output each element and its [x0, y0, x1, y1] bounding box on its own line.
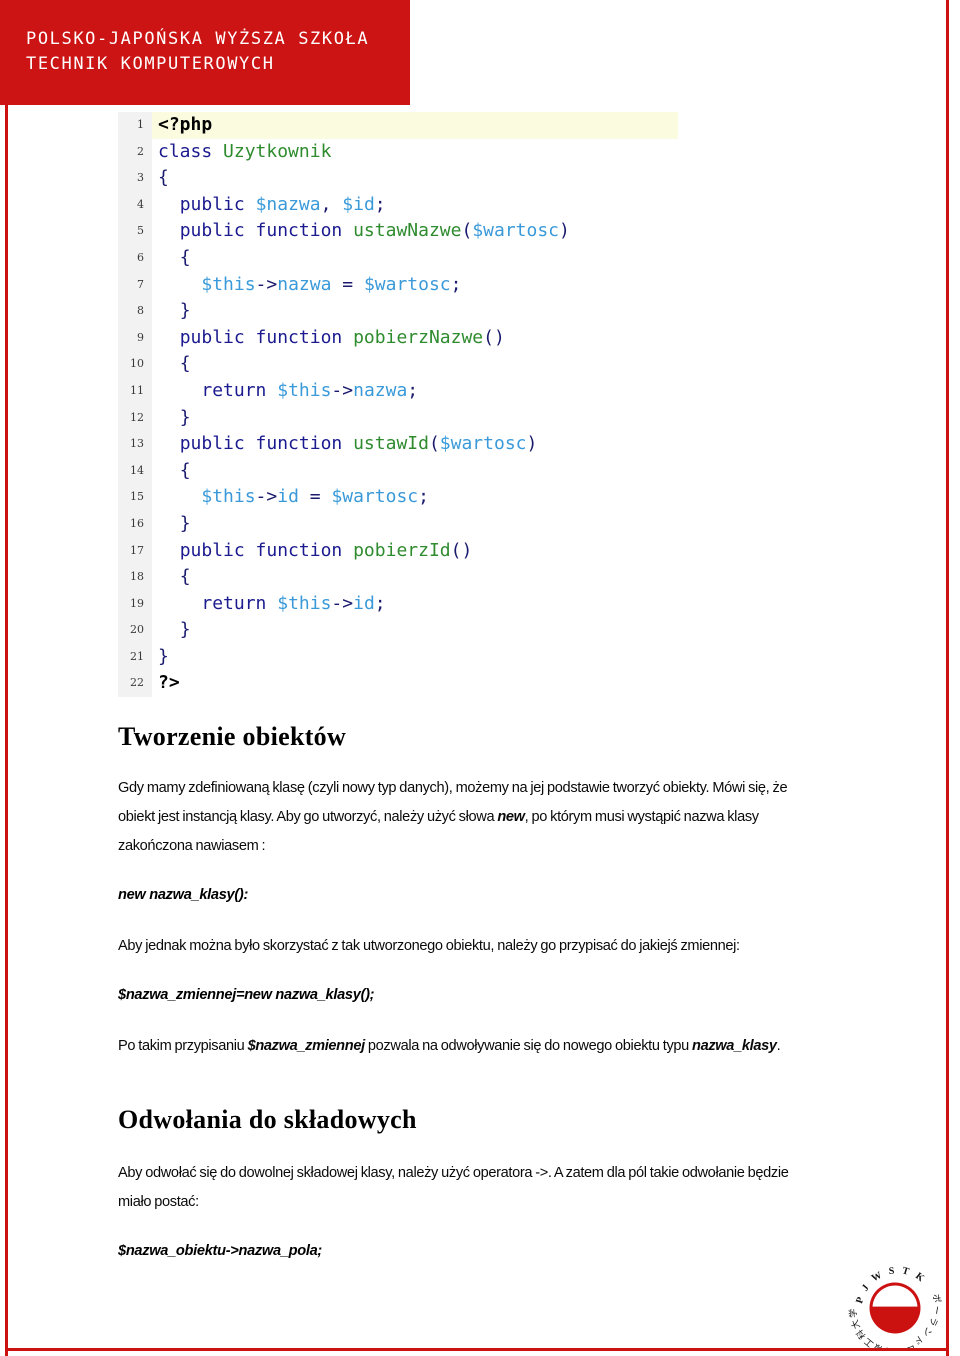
code-snippet-variable-assignment: $nazwa_zmiennej=new nazwa_klasy();: [118, 987, 375, 1003]
php-code-block: 1 <?php 2 class Uzytkownik 3{ 4 public $na…: [118, 112, 678, 698]
code-line: 12 }: [118, 404, 678, 432]
paragraph-assignment: Aby jednak można było skorzystać z tak u…: [118, 938, 740, 954]
code-line: 15 $this->id = $wartosc;: [118, 484, 678, 511]
section-heading-tworzenie-obiektow: Tworzenie obiektów: [118, 722, 347, 751]
code-line: 6 {: [118, 244, 678, 272]
code-line: 16 }: [118, 510, 678, 538]
line-number: 4: [118, 191, 152, 219]
class-name-emphasis: nazwa_klasy: [692, 1038, 777, 1054]
line-number: 20: [118, 617, 152, 644]
code-snippet-field-access: $nazwa_obiektu->nazwa_pola;: [118, 1243, 322, 1259]
pjwstk-logo: PJWSTK ポーランド 日本情報工科大学: [846, 1264, 946, 1348]
paragraph-text: Po takim przypisaniu: [118, 1038, 248, 1054]
code-line: 7 $this->nazwa = $wartosc;: [118, 271, 678, 299]
line-number: 13: [118, 431, 152, 458]
line-number: 22: [118, 670, 152, 698]
line-number: 16: [118, 510, 152, 538]
line-number: 17: [118, 537, 152, 565]
code-line: 22 ?>: [118, 670, 678, 698]
code-line: 21}: [118, 643, 678, 671]
line-number: 12: [118, 404, 152, 432]
paragraph-intro: Gdy mamy zdefiniowaną klasę (czyli nowy …: [118, 774, 808, 861]
code-line: 4 public $nazwa, $id;: [118, 191, 678, 219]
code-line: 20 }: [118, 617, 678, 644]
page-border-left: [5, 0, 8, 1356]
paragraph-text-end: .: [776, 1038, 781, 1054]
code-line: 3{: [118, 165, 678, 192]
document-page: POLSKO-JAPOŃSKA WYŻSZA SZKOŁA TECHNIK KO…: [0, 0, 960, 1356]
page-border-bottom: [5, 1348, 949, 1351]
code-line: 11 return $this->nazwa;: [118, 377, 678, 405]
line-number: 14: [118, 457, 152, 485]
line-number: 3: [118, 165, 152, 192]
section-heading-odwolania-do-skladowych: Odwołania do składowych: [118, 1105, 417, 1134]
line-number: 21: [118, 643, 152, 671]
logo-disc: [869, 1282, 921, 1334]
line-number: 6: [118, 244, 152, 272]
line-number: 2: [118, 138, 152, 166]
page-border-right: [946, 0, 949, 1356]
keyword-new: new: [497, 809, 525, 825]
paragraph-reference: Po takim przypisaniu $nazwa_zmiennej poz…: [118, 1032, 808, 1061]
line-number: 8: [118, 298, 152, 325]
line-number: 11: [118, 377, 152, 405]
line-number: 19: [118, 590, 152, 618]
document-body: Tworzenie obiektów Gdy mamy zdefiniowaną…: [118, 722, 808, 1288]
line-number: 5: [118, 218, 152, 245]
code-line: 19 return $this->id;: [118, 590, 678, 618]
code-line: 18 {: [118, 564, 678, 591]
line-number: 10: [118, 351, 152, 378]
code-line: 13 public function ustawId($wartosc): [118, 431, 678, 458]
line-number: 1: [118, 112, 152, 139]
code-line: 1 <?php: [118, 112, 678, 139]
header-banner: POLSKO-JAPOŃSKA WYŻSZA SZKOŁA TECHNIK KO…: [0, 0, 410, 105]
code-line: 8 }: [118, 298, 678, 325]
code-snippet-new-class: new nazwa_klasy():: [118, 887, 249, 903]
code-line: 5 public function ustawNazwe($wartosc): [118, 218, 678, 245]
code-line: 9 public function pobierzNazwe(): [118, 324, 678, 352]
paragraph-member-access: Aby odwołać się do dowolnej składowej kl…: [118, 1165, 789, 1210]
code-line: 10 {: [118, 351, 678, 378]
code-line: 17 public function pobierzId(): [118, 537, 678, 565]
code-line: 2 class Uzytkownik: [118, 138, 678, 166]
paragraph-text-cont: pozwala na odwoływanie się do nowego obi…: [364, 1038, 693, 1054]
institution-name: POLSKO-JAPOŃSKA WYŻSZA SZKOŁA TECHNIK KO…: [26, 29, 370, 74]
code-line: 14 {: [118, 457, 678, 485]
line-number: 18: [118, 564, 152, 591]
line-number: 9: [118, 324, 152, 352]
variable-name-emphasis: $nazwa_zmiennej: [247, 1038, 366, 1054]
line-number: 7: [118, 271, 152, 299]
line-number: 15: [118, 484, 152, 511]
